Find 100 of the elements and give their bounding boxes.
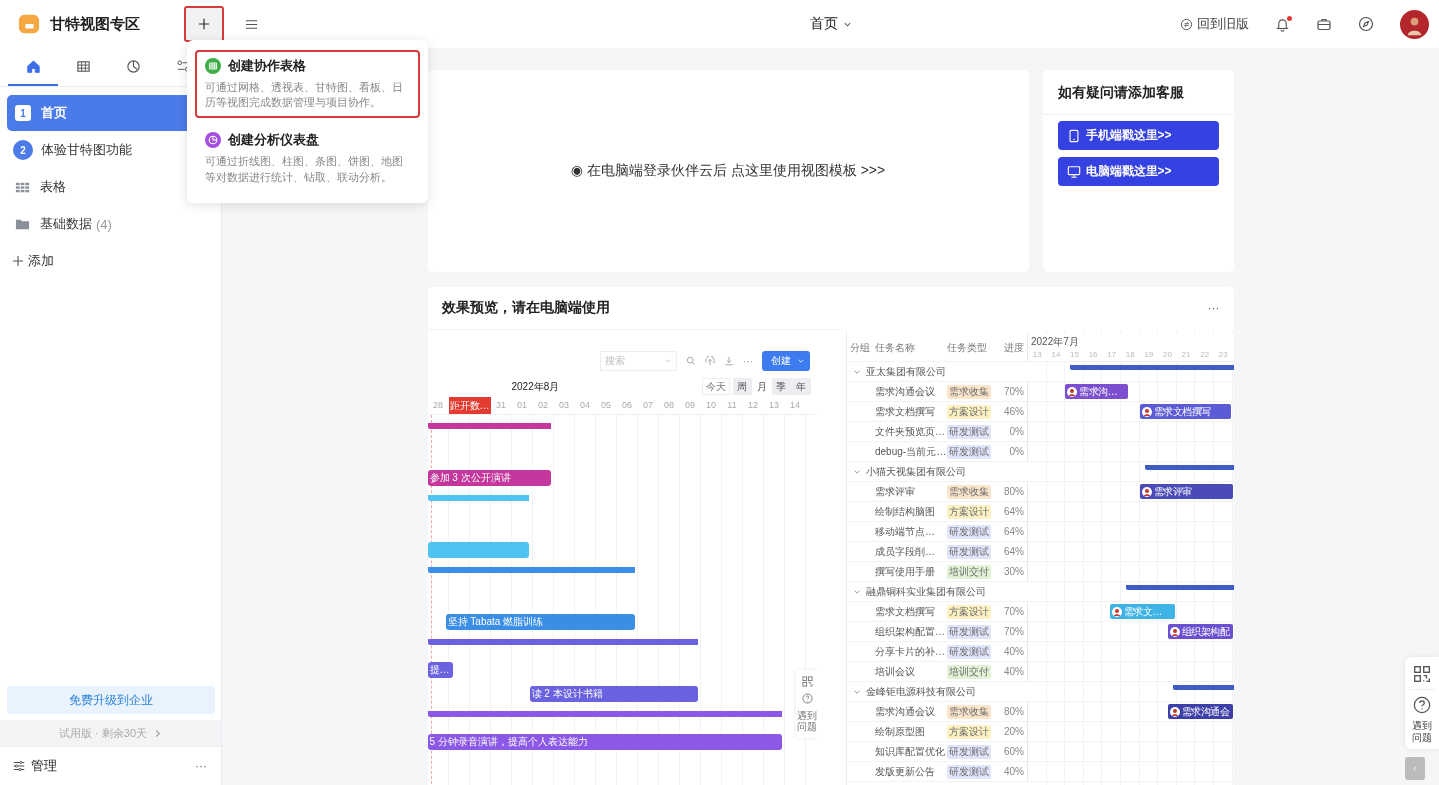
- day-label: 02: [537, 399, 549, 412]
- column-header: 任务名称: [875, 340, 916, 355]
- month-label: 2022年8月: [511, 380, 560, 394]
- bar-label: 需求沟…: [1079, 384, 1118, 399]
- item-label: 首页: [41, 104, 67, 122]
- day-label: 06: [621, 399, 633, 412]
- type-tag: 研发测试: [947, 524, 991, 539]
- progress-cell-text: 40%: [1003, 666, 1025, 677]
- item-label: 基础数据: [40, 215, 92, 233]
- day-label: 10: [705, 399, 717, 412]
- progress-cell-text: 70%: [1003, 606, 1025, 617]
- table-cell-text: 发版更新公告: [875, 764, 936, 779]
- group-name: 融鼎铜科实业集团有限公司: [866, 584, 986, 599]
- progress-cell-text: 80%: [1003, 706, 1025, 717]
- search-placeholder: 搜索: [605, 354, 625, 368]
- progress-cell-text: 60%: [1003, 746, 1025, 757]
- day-label: 05: [600, 399, 612, 412]
- type-tag: 研发测试: [947, 544, 991, 559]
- table-cell-text: 培训会议: [875, 664, 916, 679]
- progress-cell-text: 64%: [1003, 506, 1025, 517]
- table-cell-text: 撰写使用手册: [875, 564, 936, 579]
- type-tag: 需求收集: [947, 484, 991, 499]
- bar-label: 组织架构配: [1181, 624, 1229, 639]
- item-count: (4): [96, 216, 112, 232]
- table-cell-text: 需求评审: [875, 484, 916, 499]
- progress-cell-text: 0%: [1008, 446, 1025, 457]
- table-cell-text: 组织架构配置…: [875, 624, 946, 639]
- group-name: 亚太集团有限公司: [866, 364, 946, 379]
- table-cell-text: 知识库配置优化: [875, 744, 946, 759]
- type-tag: 培训交付: [947, 664, 991, 679]
- day-label: 22: [1199, 349, 1211, 361]
- bar-label: 需求文…: [1123, 604, 1162, 619]
- bar-label: 5 分钟录音演讲，提高个人表达能力: [429, 735, 588, 749]
- type-tag: 方案设计: [947, 724, 991, 739]
- app-title: 甘特视图专区: [50, 14, 140, 34]
- type-tag: 研发测试: [947, 424, 991, 439]
- help-title: 如有疑问请添加客服: [1042, 70, 1234, 115]
- progress-cell-text: 40%: [1003, 646, 1025, 657]
- bar-label: 参加 3 次公开演讲: [429, 471, 511, 485]
- type-tag: 方案设计: [947, 404, 991, 419]
- bar-label: 需求评审: [1153, 484, 1192, 499]
- day-label: 16: [1087, 349, 1099, 361]
- bar-label: 需求沟通会: [1181, 704, 1229, 719]
- table-cell-text: 需求文档撰写: [875, 404, 936, 419]
- menu-item-description: 可通过折线图、柱图、条图、饼图、地图等对数据进行统计、钻取、联动分析。: [205, 154, 404, 185]
- table-cell-text: 需求沟通会议: [875, 704, 936, 719]
- column-header: 分组: [849, 340, 871, 355]
- progress-cell-text: 46%: [1003, 406, 1025, 417]
- type-tag: 需求收集: [947, 384, 991, 399]
- type-tag: 研发测试: [947, 744, 991, 759]
- table-cell-text: 分享卡片的补…: [875, 644, 946, 659]
- day-label: 21: [1180, 349, 1192, 361]
- table-cell-text: 绘制结构脑图: [875, 504, 936, 519]
- number-badge: 1: [15, 105, 31, 121]
- progress-cell-text: 64%: [1003, 526, 1025, 537]
- progress-cell-text: 20%: [1003, 726, 1025, 737]
- progress-cell-text: 30%: [1003, 566, 1025, 577]
- day-label: 31: [495, 399, 507, 412]
- menu-item-title: 创建协作表格: [228, 57, 306, 75]
- type-tag: 培训交付: [947, 564, 991, 579]
- table-cell-text: 需求文档撰写: [875, 604, 936, 619]
- bar-label: 需求文档撰写: [1153, 404, 1211, 419]
- day-label: 09: [684, 399, 696, 412]
- day-label: 04: [579, 399, 591, 412]
- day-label: 12: [747, 399, 759, 412]
- group-name: 金峰钜电源科技有限公司: [866, 684, 976, 699]
- type-tag: 研发测试: [947, 644, 991, 659]
- type-tag: 研发测试: [947, 444, 991, 459]
- bar-label: 提…: [429, 663, 450, 677]
- type-tag: 研发测试: [947, 624, 991, 639]
- day-label: 01: [516, 399, 528, 412]
- type-tag: 研发测试: [947, 764, 991, 779]
- day-label: 13: [768, 399, 780, 412]
- month-label: 2022年7月: [1030, 335, 1080, 348]
- progress-cell-text: 40%: [1003, 766, 1025, 777]
- item-label: 体验甘特图功能: [41, 141, 132, 159]
- day-label: 17: [1106, 349, 1118, 361]
- type-tag: 需求收集: [947, 704, 991, 719]
- preview-title: 效果预览，请在电脑端使用: [441, 299, 610, 317]
- table-cell: debug-当前元…: [875, 444, 947, 459]
- progress-cell-text: 70%: [1003, 386, 1025, 397]
- table-cell-text: 成员字段削…: [875, 544, 936, 559]
- day-label: 11: [726, 399, 738, 412]
- table-cell-text: 需求沟通会议: [875, 384, 936, 399]
- day-label: 23: [1217, 349, 1229, 361]
- type-tag: 方案设计: [947, 604, 991, 619]
- day-label: 08: [663, 399, 675, 412]
- trial-text: 试用版 · 剩余30天: [59, 725, 147, 741]
- column-header: 进度: [1003, 340, 1025, 355]
- day-label: 15: [1069, 349, 1080, 361]
- bar-label: 读 2 本设计书籍: [531, 687, 603, 701]
- day-label: 28: [432, 399, 444, 412]
- item-label: 表格: [40, 178, 66, 196]
- column-header: 任务类型: [947, 340, 988, 355]
- progress-cell-text: 0%: [1008, 426, 1025, 437]
- progress-cell-text: 70%: [1003, 626, 1025, 637]
- progress-cell-text: 80%: [1003, 486, 1025, 497]
- table-cell-text: 移动端节点…: [875, 524, 936, 539]
- table-cell-text: 文件夹预览页…: [875, 424, 946, 439]
- bar-label: 坚持 Tabata 燃脂训练: [447, 615, 544, 629]
